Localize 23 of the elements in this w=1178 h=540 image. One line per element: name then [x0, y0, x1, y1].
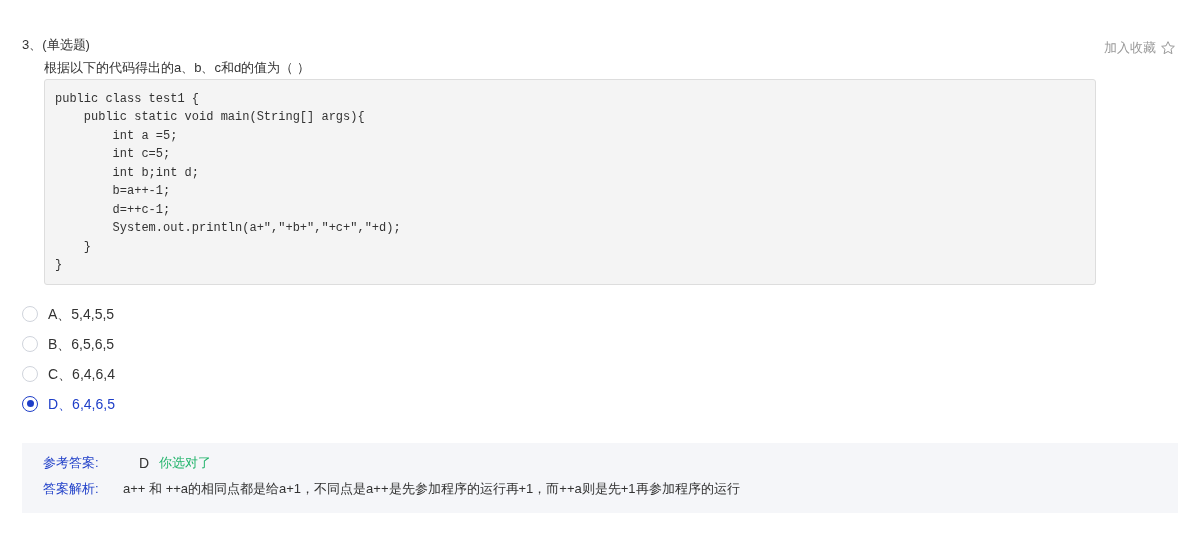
code-line: int c=5;	[111, 146, 171, 163]
option-label[interactable]: D、6,4,6,5	[48, 394, 115, 413]
code-line: }	[55, 257, 63, 274]
code-line: public static void main(String[] args){	[82, 109, 365, 126]
code-line: b=a++-1;	[111, 183, 171, 200]
option-label[interactable]: A、5,4,5,5	[48, 304, 115, 323]
star-icon	[1160, 39, 1176, 56]
code-line: int a =5;	[111, 127, 178, 145]
question-type: (单选题)	[42, 36, 90, 54]
analysis-text: a++ 和 ++a的相同点都是给a+1，不同点是a++是先参加程序的运行再+1，而++a则是先+1再参加程序的运行	[123, 479, 740, 498]
code-line: }	[82, 238, 91, 256]
code-line: System.out.println(a+","+b+","+c+","+d);	[111, 220, 401, 237]
code-line: int b;int d;	[111, 164, 200, 182]
question-text: 根据以下的代码得出的a、b、c和d的值为（ ）	[44, 58, 311, 77]
question-number: 3、	[22, 36, 43, 54]
code-line: d=++c-1;	[111, 201, 171, 219]
answer-value: D	[139, 453, 150, 472]
option-label[interactable]: B、6,5,6,5	[48, 334, 115, 353]
analysis-label: 答案解析:	[43, 479, 100, 498]
answer-label: 参考答案:	[43, 453, 100, 472]
option-label[interactable]: C、6,4,6,4	[48, 364, 115, 383]
code-line: public class test1 {	[55, 90, 200, 108]
answer-verdict: 你选对了	[159, 453, 212, 472]
